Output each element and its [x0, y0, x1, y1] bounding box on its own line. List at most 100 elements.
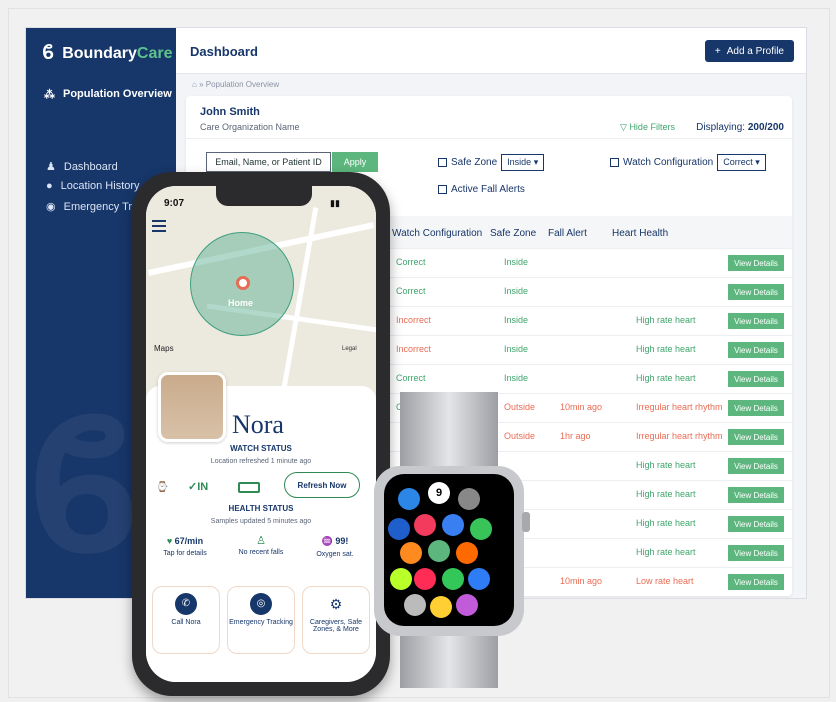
col-heart-health: Heart Health [612, 228, 669, 239]
sidebar-item-location-history[interactable]: ● Location History [46, 180, 140, 192]
watch-icon: ⌚ [156, 482, 169, 493]
patient-avatar [158, 372, 226, 442]
sidebar-item-population-overview[interactable]: ⁂ Population Overview [44, 88, 172, 101]
action-tiles: ✆ Call Nora ◎ Emergency Tracking ⚙ Careg… [152, 586, 370, 654]
view-details-button[interactable]: View Details [728, 371, 784, 387]
patient-name: Nora [232, 410, 284, 439]
view-details-button[interactable]: View Details [728, 255, 784, 271]
maps-brand: Maps [154, 344, 174, 353]
call-tile[interactable]: ✆ Call Nora [152, 586, 220, 654]
messages-app-icon [442, 568, 464, 590]
rings-app-icon [414, 568, 436, 590]
logo-text-care: Care [136, 44, 173, 62]
refresh-now-button[interactable]: Refresh Now [284, 472, 360, 498]
cell-heart-health: High rate heart [636, 373, 696, 383]
location-pin-icon: ● [46, 180, 53, 192]
music-app-icon [414, 514, 436, 536]
view-details-button[interactable]: View Details [728, 429, 784, 445]
oxygen-caption: Oxygen sat. [316, 551, 354, 558]
fall-alerts-filter[interactable]: Active Fall Alerts [438, 184, 525, 195]
watch-config-select[interactable]: Correct ▾ [717, 154, 766, 171]
phone-icon: ✆ [175, 593, 197, 615]
health-status-title: HEALTH STATUS [228, 504, 294, 513]
tracking-icon: ◎ [250, 593, 272, 615]
settings-tile[interactable]: ⚙ Caregivers, Safe Zones, & More [302, 586, 370, 654]
people-icon: ⁂ [44, 89, 55, 101]
search-input[interactable]: Email, Name, or Patient ID [206, 152, 331, 172]
apply-button[interactable]: Apply [332, 152, 378, 172]
safe-zone-filter[interactable]: Safe Zone Inside ▾ [438, 154, 545, 171]
home-pin-icon [236, 276, 250, 290]
cell-safe-zone: Inside [504, 315, 529, 325]
emergency-tracking-label: Emergency Tracking [229, 619, 293, 626]
legal-link[interactable]: Legal [342, 346, 357, 352]
lungs-icon: ♒ [321, 536, 333, 546]
add-profile-button[interactable]: + Add a Profile [704, 40, 794, 62]
view-details-button[interactable]: View Details [728, 458, 784, 474]
camera-app-icon [458, 488, 480, 510]
view-details-button[interactable]: View Details [728, 400, 784, 416]
home-icon[interactable]: ⌂ [192, 80, 197, 89]
view-details-button[interactable]: View Details [728, 487, 784, 503]
fall-alerts-label: Active Fall Alerts [451, 184, 525, 195]
watch-band-top [400, 392, 498, 476]
cell-heart-health: Irregular heart rhythm [636, 431, 723, 441]
cell-heart-health: High rate heart [636, 547, 696, 557]
battery-icon: ▮▮ [330, 198, 340, 208]
safe-zone-select[interactable]: Inside ▾ [501, 154, 545, 171]
gear-icon: ⚙ [329, 596, 343, 612]
sidebar-item-dashboard[interactable]: ♟ Dashboard [46, 160, 118, 174]
falls-caption: No recent falls [238, 549, 284, 556]
sidebar-item-label: Dashboard [63, 160, 118, 173]
maps-attribution: Maps [154, 344, 174, 353]
phone-app-icon [470, 518, 492, 540]
heart-icon: ♥ [166, 536, 173, 546]
heart-rate-stat[interactable]: ♥ 67/min Tap for details [150, 536, 220, 557]
safe-zone-status: ✓IN [188, 481, 209, 493]
cell-watch-config: Incorrect [396, 315, 432, 325]
watch-config-checkbox[interactable] [610, 158, 619, 167]
phone-notch [216, 186, 312, 206]
cell-heart-health: Low rate heart [636, 576, 694, 586]
watch-config-value: Correct [723, 157, 753, 167]
organization-name: Care Organization Name [200, 122, 300, 132]
cell-watch-config: Incorrect [396, 344, 432, 354]
emergency-tracking-tile[interactable]: ◎ Emergency Tracking [227, 586, 295, 654]
filter-icon: ▽ [620, 122, 627, 132]
cell-watch-config: Correct [396, 286, 426, 296]
view-details-button[interactable]: View Details [728, 313, 784, 329]
view-details-button[interactable]: View Details [728, 545, 784, 561]
cell-safe-zone: Inside [504, 257, 529, 267]
cell-fall-alert: 10min ago [560, 402, 603, 412]
logo-mark-icon: ϐ [42, 42, 55, 64]
walking-icon: ♙ [256, 535, 266, 547]
cell-heart-health: High rate heart [636, 460, 696, 470]
calendar-app-icon: 9 [428, 482, 450, 504]
photos-app-icon [430, 596, 452, 618]
safe-zone-checkbox[interactable] [438, 158, 447, 167]
view-details-button[interactable]: View Details [728, 284, 784, 300]
background-logo-watermark: ϐ [26, 381, 142, 593]
logo-text: Boundary [62, 44, 137, 62]
menu-icon[interactable] [152, 220, 166, 235]
phone-device: Home Maps Legal 9:07 ▮▮ ⌄ Nora WATCH STA… [132, 172, 390, 696]
settings-label: Caregivers, Safe Zones, & More [309, 619, 363, 633]
displaying-count: Displaying: 200/200 [696, 122, 784, 133]
watch-battery-icon [238, 482, 260, 493]
tracking-icon: ◉ [46, 201, 56, 213]
fall-alerts-checkbox[interactable] [438, 185, 447, 194]
mail-app-icon [442, 514, 464, 536]
phone-screen: Home Maps Legal 9:07 ▮▮ ⌄ Nora WATCH STA… [146, 186, 376, 682]
home-label: Home [228, 298, 254, 308]
cell-fall-alert: 10min ago [560, 576, 603, 586]
view-details-button[interactable]: View Details [728, 516, 784, 532]
falls-stat: ♙ No recent falls [226, 534, 296, 556]
view-details-button[interactable]: View Details [728, 574, 784, 590]
watch-config-filter[interactable]: Watch Configuration Correct ▾ [610, 154, 766, 171]
view-details-button[interactable]: View Details [728, 342, 784, 358]
breadcrumb-text: » Population Overview [199, 80, 280, 89]
hide-filters-button[interactable]: ▽ Hide Filters [620, 122, 675, 133]
call-label: Call Nora [171, 619, 201, 626]
add-profile-label: Add a Profile [726, 45, 784, 57]
add-user-icon: + [714, 45, 721, 57]
